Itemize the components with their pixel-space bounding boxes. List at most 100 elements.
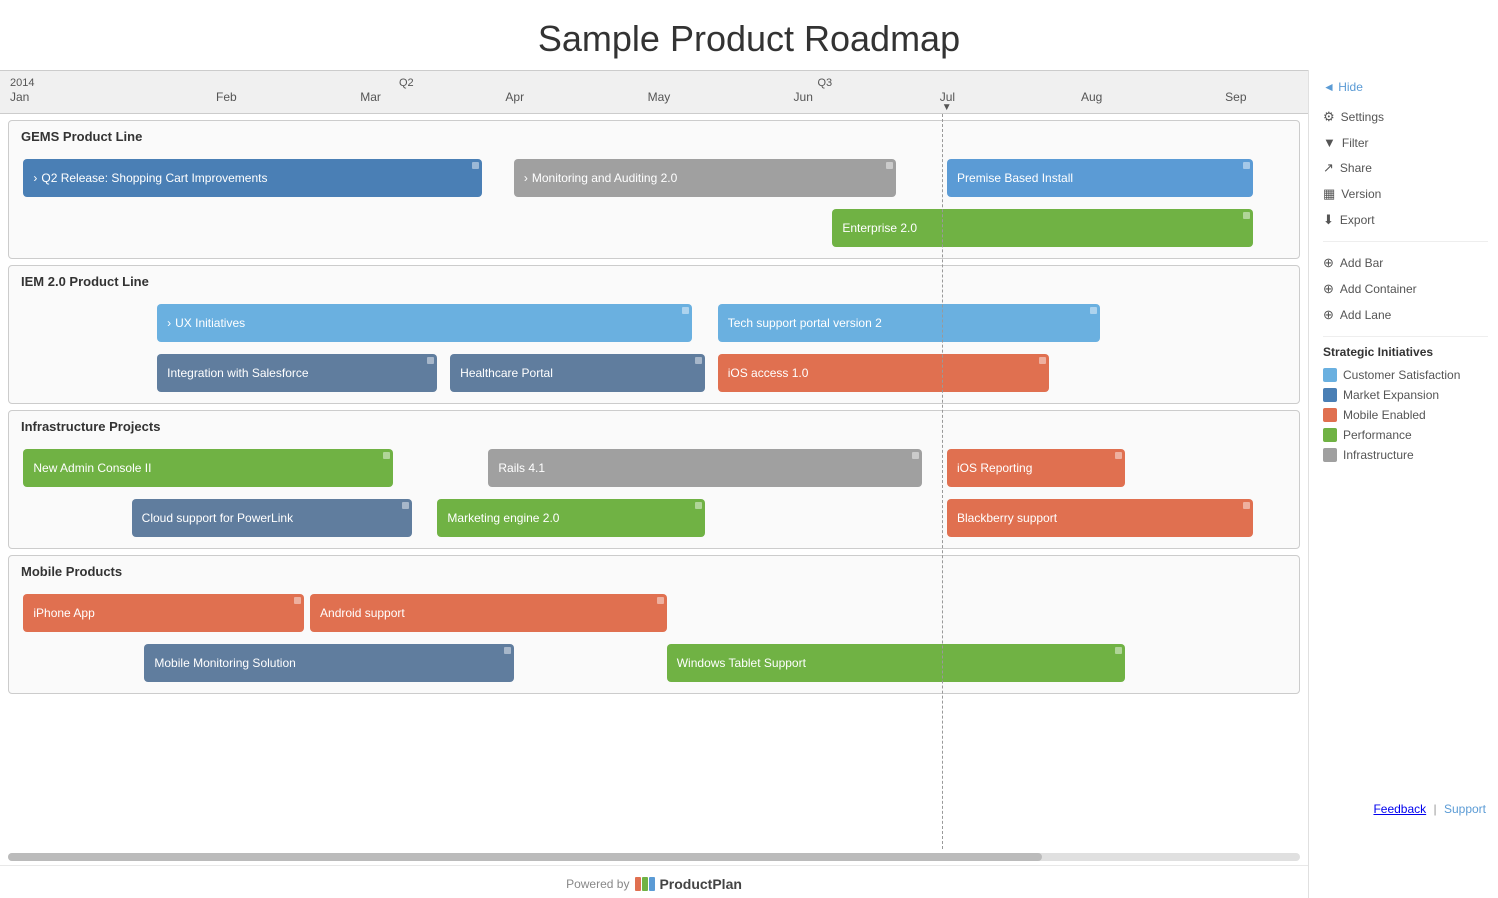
bar-infra-0-2[interactable]: iOS Reporting	[947, 449, 1125, 487]
legend-swatch-mobile-enabled	[1323, 408, 1337, 422]
bar-gems-0-0[interactable]: › Q2 Release: Shopping Cart Improvements	[23, 159, 482, 197]
bar-resize-handle[interactable]	[427, 357, 434, 364]
sidebar-divider-1	[1323, 241, 1488, 242]
footer: Powered by ProductPlan	[0, 865, 1308, 898]
timeline-header: 2014 Q2 Q3 Jan Feb Mar Apr May Jun Jul A…	[0, 70, 1308, 114]
legend-label-market-expansion: Market Expansion	[1343, 388, 1439, 402]
feedback-link[interactable]: Feedback	[1373, 802, 1426, 816]
bar-label: Tech support portal version 2	[728, 316, 882, 330]
bar-resize-handle[interactable]	[886, 162, 893, 169]
bar-resize-handle[interactable]	[402, 502, 409, 509]
bar-resize-handle[interactable]	[1115, 452, 1122, 459]
container-iem: IEM 2.0 Product Line› UX InitiativesTech…	[8, 265, 1300, 404]
lane-row-mobile-1: Mobile Monitoring Solution Windows Tablet…	[17, 641, 1291, 685]
bar-resize-handle[interactable]	[1039, 357, 1046, 364]
bar-gems-1-0[interactable]: Enterprise 2.0	[832, 209, 1252, 247]
bar-resize-handle[interactable]	[682, 307, 689, 314]
bar-resize-handle[interactable]	[1243, 502, 1250, 509]
version-icon: ▦	[1323, 186, 1335, 202]
bar-resize-handle[interactable]	[383, 452, 390, 459]
bar-resize-handle[interactable]	[1115, 647, 1122, 654]
container-gems: GEMS Product Line› Q2 Release: Shopping …	[8, 120, 1300, 259]
bar-resize-handle[interactable]	[504, 647, 511, 654]
bar-iem-1-1[interactable]: Healthcare Portal	[450, 354, 705, 392]
support-link[interactable]: Support	[1444, 802, 1486, 816]
bar-label: Windows Tablet Support	[677, 656, 806, 670]
sidebar-settings-label: Settings	[1341, 110, 1384, 124]
bar-resize-handle[interactable]	[1243, 162, 1250, 169]
rows-iem: › UX Initiatives Tech support portal vers…	[9, 297, 1299, 403]
sidebar-item-share[interactable]: ↗ Share	[1323, 155, 1488, 181]
bar-label: iOS access 1.0	[728, 366, 809, 380]
legend-swatch-customer-satisfaction	[1323, 368, 1337, 382]
bar-label: Healthcare Portal	[460, 366, 553, 380]
sidebar-item-add-lane[interactable]: ⊕ Add Lane	[1323, 302, 1488, 328]
bar-resize-handle[interactable]	[472, 162, 479, 169]
brand-name: ProductPlan	[659, 876, 741, 892]
logo-color-red	[635, 877, 641, 891]
bar-resize-handle[interactable]	[695, 357, 702, 364]
bar-iem-1-0[interactable]: Integration with Salesforce	[157, 354, 437, 392]
logo-color-blue	[649, 877, 655, 891]
lane-row-iem-1: Integration with Salesforce Healthcare Po…	[17, 351, 1291, 395]
bar-infra-0-0[interactable]: New Admin Console II	[23, 449, 392, 487]
lane-row-infra-0: New Admin Console II Rails 4.1 iOS Reporti…	[17, 446, 1291, 490]
logo-color-green	[642, 877, 648, 891]
legend-swatch-performance	[1323, 428, 1337, 442]
bar-infra-1-1[interactable]: Marketing engine 2.0	[437, 499, 705, 537]
bar-label: Rails 4.1	[498, 461, 545, 475]
bar-gems-0-1[interactable]: › Monitoring and Auditing 2.0	[514, 159, 896, 197]
legend-swatch-market-expansion	[1323, 388, 1337, 402]
sidebar-item-settings[interactable]: ⚙ Settings	[1323, 104, 1488, 130]
bar-label: iPhone App	[33, 606, 94, 620]
filter-icon: ▼	[1323, 135, 1336, 150]
lane-row-mobile-0: iPhone App Android support	[17, 591, 1291, 635]
sidebar-item-add-bar[interactable]: ⊕ Add Bar	[1323, 250, 1488, 276]
bar-mobile-1-1[interactable]: Windows Tablet Support	[667, 644, 1126, 682]
sidebar-item-export[interactable]: ⬇ Export	[1323, 207, 1488, 233]
sidebar-item-filter[interactable]: ▼ Filter	[1323, 130, 1488, 155]
sidebar-divider-2	[1323, 336, 1488, 337]
bar-resize-handle[interactable]	[912, 452, 919, 459]
month-mar: Mar	[298, 90, 442, 104]
export-icon: ⬇	[1323, 212, 1334, 228]
bar-label: Q2 Release: Shopping Cart Improvements	[41, 171, 267, 185]
legend-swatch-infrastructure	[1323, 448, 1337, 462]
bar-label: Mobile Monitoring Solution	[154, 656, 295, 670]
horizontal-scrollbar[interactable]	[8, 853, 1300, 861]
q3-label: Q3	[818, 77, 833, 89]
bar-mobile-1-0[interactable]: Mobile Monitoring Solution	[144, 644, 513, 682]
bar-resize-handle[interactable]	[1243, 212, 1250, 219]
bar-resize-handle[interactable]	[695, 502, 702, 509]
bar-iem-0-0[interactable]: › UX Initiatives	[157, 304, 692, 342]
bar-infra-0-1[interactable]: Rails 4.1	[488, 449, 921, 487]
rows-gems: › Q2 Release: Shopping Cart Improvements…	[9, 152, 1299, 258]
bar-iem-1-2[interactable]: iOS access 1.0	[718, 354, 1049, 392]
rows-infra: New Admin Console II Rails 4.1 iOS Reporti…	[9, 442, 1299, 548]
month-aug: Aug	[1020, 90, 1164, 104]
bar-label: Integration with Salesforce	[167, 366, 308, 380]
bar-label: New Admin Console II	[33, 461, 151, 475]
bar-iem-0-1[interactable]: Tech support portal version 2	[718, 304, 1100, 342]
bar-infra-1-0[interactable]: Cloud support for PowerLink	[132, 499, 412, 537]
hide-sidebar-button[interactable]: ◄ Hide	[1323, 80, 1488, 94]
bar-resize-handle[interactable]	[1090, 307, 1097, 314]
bar-gems-0-2[interactable]: Premise Based Install	[947, 159, 1253, 197]
month-jan: Jan	[0, 90, 154, 104]
container-infra: Infrastructure Projects New Admin Console…	[8, 410, 1300, 549]
sidebar-item-add-container[interactable]: ⊕ Add Container	[1323, 276, 1488, 302]
month-apr: Apr	[443, 90, 587, 104]
month-jun: Jun	[731, 90, 875, 104]
productplan-logo: ProductPlan	[635, 876, 741, 892]
bar-resize-handle[interactable]	[294, 597, 301, 604]
logo-colors	[635, 877, 655, 891]
legend-mobile-enabled: Mobile Enabled	[1323, 405, 1488, 425]
scroll-thumb[interactable]	[8, 853, 1042, 861]
sidebar-item-version[interactable]: ▦ Version	[1323, 181, 1488, 207]
bar-mobile-0-0[interactable]: iPhone App	[23, 594, 303, 632]
legend-market-expansion: Market Expansion	[1323, 385, 1488, 405]
bar-mobile-0-1[interactable]: Android support	[310, 594, 667, 632]
container-title-infra: Infrastructure Projects	[9, 411, 1299, 442]
bar-resize-handle[interactable]	[657, 597, 664, 604]
bar-infra-1-2[interactable]: Blackberry support	[947, 499, 1253, 537]
